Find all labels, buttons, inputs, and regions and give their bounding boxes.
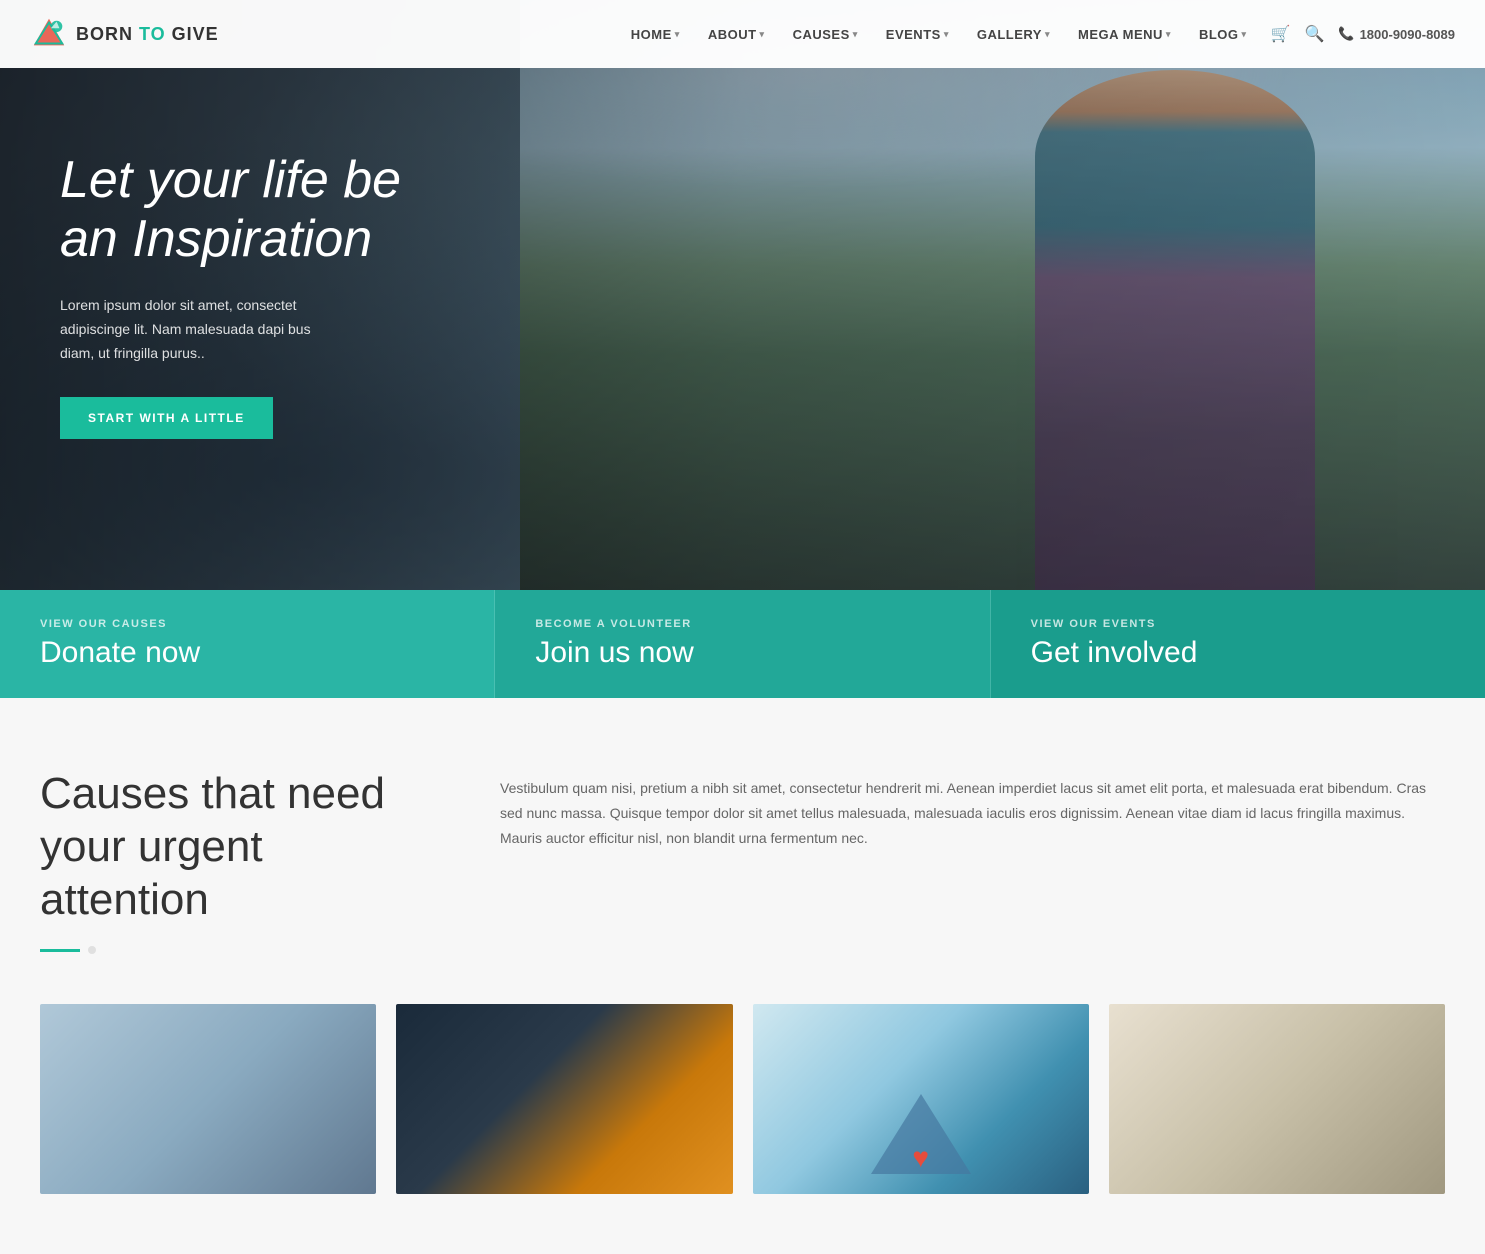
causes-description: Vestibulum quam nisi, pretium a nibh sit…	[500, 776, 1445, 852]
chevron-down-icon: ▾	[1045, 29, 1050, 40]
logo[interactable]: BORN TO GIVE	[30, 15, 219, 53]
chevron-down-icon: ▾	[944, 29, 949, 40]
cart-button[interactable]: 🛒	[1271, 24, 1291, 44]
hero-cta-button[interactable]: START WITH A LITTLE	[60, 397, 273, 439]
causes-underline	[40, 946, 440, 954]
nav-item-about[interactable]: ABOUT ▾	[694, 0, 779, 68]
search-icon: 🔍	[1304, 24, 1324, 44]
causes-heading: Causes that need your urgent attention	[40, 768, 440, 926]
causes-section: Causes that need your urgent attention V…	[40, 768, 1445, 954]
chevron-down-icon: ▾	[1242, 29, 1247, 40]
hero-title: Let your life be an Inspiration	[60, 151, 420, 271]
phone-icon: 📞	[1338, 26, 1354, 42]
cta-volunteer-sub: BECOME A VOLUNTEER	[535, 618, 691, 630]
causes-right: Vestibulum quam nisi, pretium a nibh sit…	[500, 768, 1445, 852]
cta-events-title: Get involved	[1031, 636, 1198, 670]
main-content: Causes that need your urgent attention V…	[0, 698, 1485, 1254]
cards-row	[40, 1004, 1445, 1214]
nav-link-gallery[interactable]: GALLERY ▾	[963, 0, 1064, 68]
nav-item-causes[interactable]: CAUSES ▾	[779, 0, 872, 68]
nav-icons: 🛒 🔍 📞 1800-9090-8089	[1271, 24, 1455, 44]
nav-link-about[interactable]: ABOUT ▾	[694, 0, 779, 68]
chevron-down-icon: ▾	[853, 29, 858, 40]
nav-link-events[interactable]: EVENTS ▾	[872, 0, 963, 68]
hero-section: Let your life be an Inspiration Lorem ip…	[0, 0, 1485, 590]
underline-dot	[88, 946, 96, 954]
causes-left: Causes that need your urgent attention	[40, 768, 440, 954]
nav-link-home[interactable]: HOME ▾	[617, 0, 694, 68]
phone-number: 1800-9090-8089	[1360, 27, 1455, 42]
cta-donate-sub: VIEW OUR CAUSES	[40, 618, 167, 630]
phone-display: 📞 1800-9090-8089	[1338, 26, 1455, 42]
nav-item-gallery[interactable]: GALLERY ▾	[963, 0, 1064, 68]
underline-accent	[40, 949, 80, 952]
nav-item-mega-menu[interactable]: MEGA MENU ▾	[1064, 0, 1185, 68]
card-thumb-1[interactable]	[40, 1004, 376, 1194]
card-thumb-2[interactable]	[396, 1004, 732, 1194]
nav-link-blog[interactable]: BLOG ▾	[1185, 0, 1261, 68]
card-thumb-4[interactable]	[1109, 1004, 1445, 1194]
nav-item-blog[interactable]: BLOG ▾	[1185, 0, 1261, 68]
cta-donate-title: Donate now	[40, 636, 200, 670]
cta-events-sub: VIEW OUR EVENTS	[1031, 618, 1156, 630]
nav-link-causes[interactable]: CAUSES ▾	[779, 0, 872, 68]
cta-volunteer-title: Join us now	[535, 636, 693, 670]
logo-text: BORN TO GIVE	[76, 24, 219, 45]
search-button[interactable]: 🔍	[1304, 24, 1324, 44]
cta-events[interactable]: VIEW OUR EVENTS Get involved	[991, 590, 1485, 698]
nav-links: HOME ▾ ABOUT ▾ CAUSES ▾ EVENTS ▾ GALLERY	[617, 0, 1261, 68]
navbar: BORN TO GIVE HOME ▾ ABOUT ▾ CAUSES ▾ EVE…	[0, 0, 1485, 68]
chevron-down-icon: ▾	[1166, 29, 1171, 40]
hero-content: Let your life be an Inspiration Lorem ip…	[0, 151, 480, 440]
hero-description: Lorem ipsum dolor sit amet, consectet ad…	[60, 294, 340, 365]
cta-bar: VIEW OUR CAUSES Donate now BECOME A VOLU…	[0, 590, 1485, 698]
cta-donate[interactable]: VIEW OUR CAUSES Donate now	[0, 590, 495, 698]
chevron-down-icon: ▾	[675, 29, 680, 40]
logo-icon	[30, 15, 68, 53]
nav-item-home[interactable]: HOME ▾	[617, 0, 694, 68]
cart-icon: 🛒	[1271, 24, 1291, 44]
card-thumb-3[interactable]	[753, 1004, 1089, 1194]
nav-item-events[interactable]: EVENTS ▾	[872, 0, 963, 68]
cta-volunteer[interactable]: BECOME A VOLUNTEER Join us now	[495, 590, 990, 698]
chevron-down-icon: ▾	[760, 29, 765, 40]
nav-link-mega-menu[interactable]: MEGA MENU ▾	[1064, 0, 1185, 68]
